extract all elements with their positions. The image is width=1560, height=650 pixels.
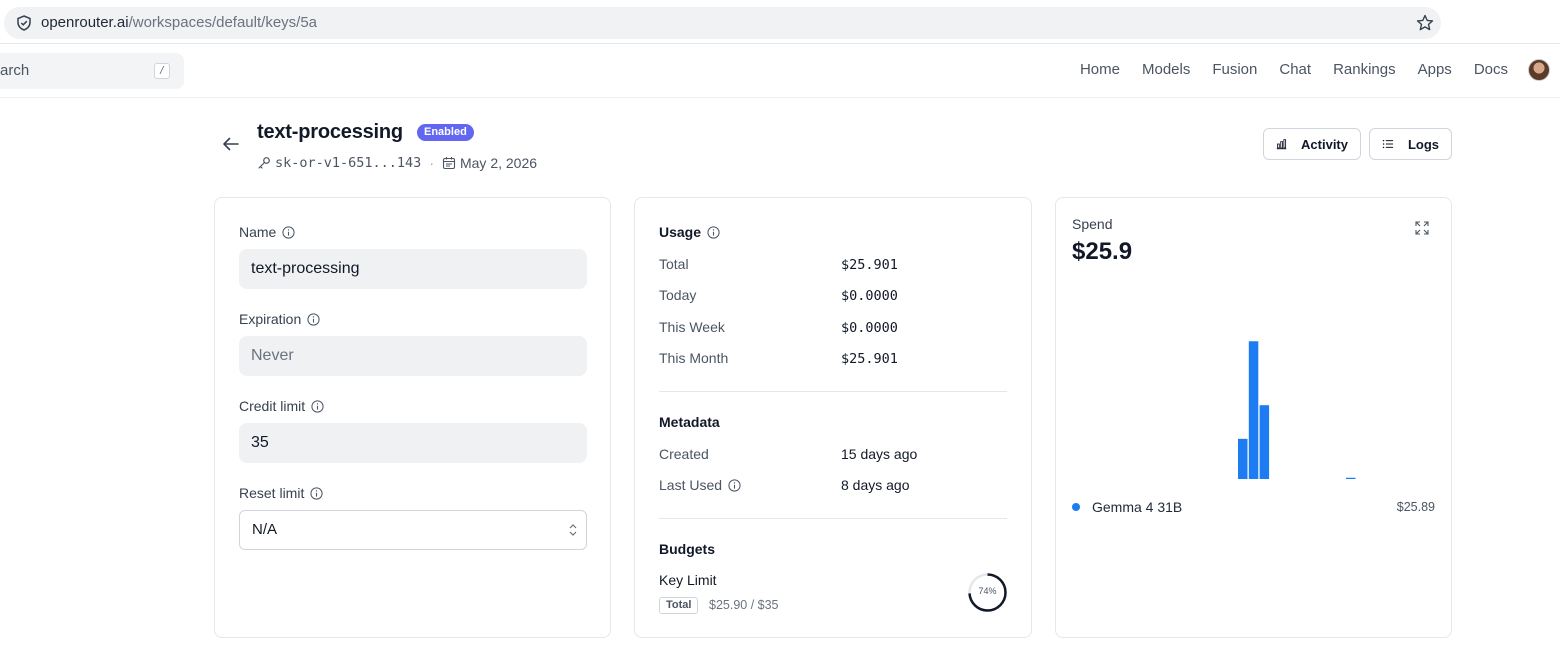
page-title: text-processing [257,121,403,143]
usage-today-value: $0.0000 [841,288,898,304]
budgets-title: Budgets [659,541,715,557]
logs-button[interactable]: Logs [1369,128,1452,160]
last-used-label: Last Used [659,477,741,493]
usage-week-value: $0.0000 [841,320,898,336]
created-value: 15 days ago [841,446,918,462]
nav-link-fusion[interactable]: Fusion [1212,60,1257,80]
reset-limit-value: N/A [252,521,278,538]
back-arrow-icon[interactable] [221,134,241,154]
spend-bar[interactable] [1259,405,1270,479]
name-label: Name [239,224,295,240]
browser-toolbar: openrouter.ai/workspaces/default/keys/5a [0,0,1560,44]
spend-bar[interactable] [1248,341,1259,479]
nav-link-apps[interactable]: Apps [1418,60,1452,80]
search-shortcut-key: / [154,63,170,79]
address-bar[interactable]: openrouter.ai/workspaces/default/keys/5a [4,7,1441,39]
meta-separator: · [429,155,434,171]
legend-series-value: $25.89 [1396,500,1435,514]
key-meta: sk-or-v1-651...143 · May 2, 2026 [257,155,537,171]
chevron-updown-icon [569,524,577,536]
logs-button-label: Logs [1407,136,1439,152]
nav-link-chat[interactable]: Chat [1279,60,1311,80]
info-icon[interactable] [311,399,324,413]
key-limit-title: Key Limit [659,572,717,588]
created-label: Created [659,446,709,462]
spend-bar[interactable] [1238,438,1248,479]
shield-icon[interactable] [15,14,33,32]
nav-link-rankings[interactable]: Rankings [1333,60,1396,80]
credit-limit-field[interactable]: 35 [239,423,587,463]
activity-button[interactable]: Activity [1263,128,1361,160]
spend-bar[interactable] [1346,477,1356,479]
bar-chart-icon [1276,139,1287,150]
key-masked: sk-or-v1-651...143 [275,155,422,171]
avatar[interactable] [1528,59,1550,81]
usage-total-label: Total [659,256,689,272]
legend-color-dot [1072,503,1080,511]
expiration-field[interactable]: Never [239,336,587,376]
divider [659,391,1007,392]
nav-links: Home Models Fusion Chat Rankings Apps Do… [1058,60,1508,80]
nav-link-home[interactable]: Home [1080,60,1120,80]
usage-month-label: This Month [659,350,729,366]
usage-title: Usage [659,224,720,240]
limit-tag: Total [659,597,699,614]
reset-limit-select[interactable]: N/A [239,510,587,550]
last-used-value: 8 days ago [841,477,910,493]
search-placeholder: arch [0,62,30,79]
top-nav: arch / Home Models Fusion Chat Rankings … [0,44,1560,98]
name-field[interactable]: text-processing [239,249,587,289]
calendar-icon [442,157,456,170]
info-icon[interactable] [282,225,295,239]
usage-month-value: $25.901 [841,351,898,367]
metadata-title: Metadata [659,414,720,430]
usage-card: Usage Total $25.901 Today $0.0000 This W… [634,197,1032,638]
expiration-label: Expiration [239,311,320,327]
legend-series-name: Gemma 4 31B [1092,499,1183,515]
info-icon[interactable] [707,225,720,239]
activity-button-label: Activity [1301,136,1348,152]
usage-today-label: Today [659,287,697,303]
divider [659,518,1007,519]
usage-week-label: This Week [659,319,725,335]
list-icon [1382,139,1394,149]
nav-link-docs[interactable]: Docs [1474,60,1508,80]
url-text[interactable]: openrouter.ai/workspaces/default/keys/5a [41,14,317,32]
info-icon[interactable] [728,478,741,492]
reset-limit-label: Reset limit [239,485,323,501]
limit-amount: $25.90 / $35 [709,598,779,612]
bookmark-star-icon[interactable] [1415,13,1435,33]
spend-card: Spend $25.9 Gemma 4 31B $25.89 [1055,197,1452,638]
nav-link-models[interactable]: Models [1142,60,1190,80]
credit-limit-label: Credit limit [239,398,324,414]
search-input[interactable]: arch / [0,53,184,89]
usage-total-value: $25.901 [841,257,898,273]
info-icon[interactable] [307,312,320,326]
info-icon[interactable] [310,486,323,500]
key-settings-card: Name text-processing Expiration Never Cr… [214,197,611,638]
spend-bar-chart [1238,341,1356,479]
expiry-date: May 2, 2026 [459,155,538,171]
status-badge: Enabled [417,124,474,141]
key-icon [258,157,270,169]
limit-percent: 74% [978,586,997,596]
